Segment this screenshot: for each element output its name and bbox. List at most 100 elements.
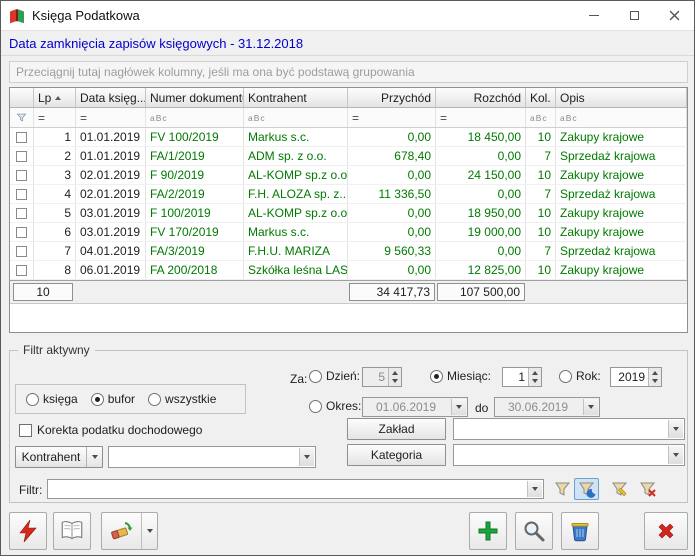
rok-spinner[interactable]: 2019 (610, 367, 662, 387)
korekta-checkbox[interactable] (19, 424, 32, 437)
row-select-cell[interactable] (10, 261, 34, 279)
operations-button[interactable] (101, 512, 158, 550)
dropdown-icon (304, 455, 310, 459)
miesiac-spinner-arrows[interactable] (528, 368, 541, 386)
table-row[interactable]: 503.01.2019F 100/2019AL-KOMP sp.z o.o.0,… (10, 204, 687, 223)
radio-okres[interactable]: Okres: (309, 399, 361, 413)
okres-from-date[interactable]: 01.06.2019 (362, 397, 468, 417)
column-header-0[interactable]: Lp (34, 88, 76, 107)
filter-cell-7[interactable]: aBc (556, 108, 687, 127)
filtr-combo-dropdown[interactable] (527, 481, 542, 497)
row-select-cell[interactable] (10, 242, 34, 260)
filter-builder-button[interactable] (607, 478, 632, 500)
miesiac-spinner[interactable]: 1 (502, 367, 542, 387)
row-checkbox[interactable] (16, 227, 27, 238)
delete-record-button[interactable] (561, 512, 599, 550)
radio-miesiac[interactable]: Miesiąc: (430, 369, 491, 383)
cell-kontrahent: F.H.U. MARIZA (244, 242, 348, 260)
select-column-header[interactable] (10, 88, 34, 107)
operations-dropdown[interactable] (141, 513, 157, 549)
filter-cell-3[interactable]: aBc (244, 108, 348, 127)
kategoria-combo-dropdown[interactable] (668, 446, 683, 464)
filter-live-toggle-button[interactable] (574, 478, 599, 500)
table-row[interactable]: 302.01.2019F 90/2019AL-KOMP sp.z o.o.0,0… (10, 166, 687, 185)
cell-kol: 10 (526, 166, 556, 184)
cell-kol: 7 (526, 242, 556, 260)
add-record-button[interactable] (469, 512, 507, 550)
row-checkbox[interactable] (16, 265, 27, 276)
close-window-button[interactable] (654, 1, 694, 30)
column-header-3[interactable]: Kontrahent (244, 88, 348, 107)
kontrahent-combo[interactable] (108, 446, 316, 468)
table-row[interactable]: 101.01.2019FV 100/2019Markus s.c.0,0018 … (10, 128, 687, 147)
row-select-cell[interactable] (10, 223, 34, 241)
cell-rozchod: 0,00 (436, 147, 526, 165)
book-button[interactable] (53, 512, 91, 550)
filter-funnel-cell[interactable] (10, 108, 34, 127)
radio-wszystkie[interactable]: wszystkie (148, 392, 216, 406)
radio-ksiega[interactable]: księga (26, 392, 78, 406)
radio-dzien[interactable]: Dzień: (309, 369, 360, 383)
table-row[interactable]: 806.01.2019FA 200/2018Szkółka leśna LAS0… (10, 261, 687, 280)
kategoria-button[interactable]: Kategoria (347, 444, 446, 466)
row-select-cell[interactable] (10, 166, 34, 184)
close-list-button[interactable] (644, 512, 688, 550)
filtr-combo[interactable] (47, 479, 544, 499)
dzien-value: 5 (363, 368, 388, 386)
row-select-cell[interactable] (10, 128, 34, 146)
table-row[interactable]: 402.01.2019FA/2/2019F.H. ALOZA sp. z...1… (10, 185, 687, 204)
row-checkbox[interactable] (16, 246, 27, 257)
zaklad-combo[interactable] (453, 418, 685, 440)
column-header-6[interactable]: Kol. (526, 88, 556, 107)
kontrahent-combo-dropdown[interactable] (299, 448, 314, 466)
filter-cell-5[interactable]: = (436, 108, 526, 127)
row-checkbox[interactable] (16, 170, 27, 181)
column-header-1[interactable]: Data księg... (76, 88, 146, 107)
minimize-button[interactable] (574, 1, 614, 30)
zaklad-button[interactable]: Zakład (347, 418, 446, 440)
okres-to-date[interactable]: 30.06.2019 (494, 397, 600, 417)
magnifier-icon (522, 519, 546, 543)
okres-to-dropdown[interactable] (583, 399, 598, 415)
kontrahent-button[interactable]: Kontrahent (15, 446, 103, 468)
row-checkbox[interactable] (16, 208, 27, 219)
filter-cell-2[interactable]: aBc (146, 108, 244, 127)
column-header-2[interactable]: Numer dokumentu (146, 88, 244, 107)
column-header-7[interactable]: Opis (556, 88, 687, 107)
filter-cell-6[interactable]: aBc (526, 108, 556, 127)
kategoria-combo[interactable] (453, 444, 685, 466)
cell-opis: Zakupy krajowe (556, 166, 687, 184)
funnel-icon (16, 112, 27, 123)
column-header-5[interactable]: Rozchód (436, 88, 526, 107)
zaklad-combo-dropdown[interactable] (668, 420, 683, 438)
row-checkbox[interactable] (16, 189, 27, 200)
table-row[interactable]: 201.01.2019FA/1/2019ADM sp. z o.o.678,40… (10, 147, 687, 166)
table-row[interactable]: 704.01.2019FA/3/2019F.H.U. MARIZA9 560,3… (10, 242, 687, 261)
row-select-cell[interactable] (10, 147, 34, 165)
rok-spinner-arrows[interactable] (648, 368, 661, 386)
row-checkbox[interactable] (16, 151, 27, 162)
okres-from-dropdown[interactable] (451, 399, 466, 415)
cell-przychod: 0,00 (348, 204, 436, 222)
filter-cell-1[interactable]: = (76, 108, 146, 127)
cell-kontrahent: Markus s.c. (244, 223, 348, 241)
table-row[interactable]: 603.01.2019FV 170/2019Markus s.c.0,0019 … (10, 223, 687, 242)
radio-rok[interactable]: Rok: (559, 369, 601, 383)
row-select-cell[interactable] (10, 185, 34, 203)
kontrahent-button-dropdown[interactable] (86, 447, 102, 467)
filter-apply-button[interactable] (550, 478, 575, 500)
row-checkbox[interactable] (16, 132, 27, 143)
renumber-button[interactable] (9, 512, 47, 550)
filter-cell-4[interactable]: = (348, 108, 436, 127)
column-header-4[interactable]: Przychód (348, 88, 436, 107)
korekta-checkbox-item[interactable]: Korekta podatku dochodowego (19, 423, 202, 437)
dzien-spinner-arrows[interactable] (388, 368, 401, 386)
filter-cell-0[interactable]: = (34, 108, 76, 127)
filter-clear-button[interactable] (635, 478, 660, 500)
row-select-cell[interactable] (10, 204, 34, 222)
radio-bufor[interactable]: bufor (91, 392, 135, 406)
view-record-button[interactable] (515, 512, 553, 550)
maximize-button[interactable] (614, 1, 654, 30)
dzien-spinner[interactable]: 5 (362, 367, 402, 387)
cell-numer: FV 170/2019 (146, 223, 244, 241)
